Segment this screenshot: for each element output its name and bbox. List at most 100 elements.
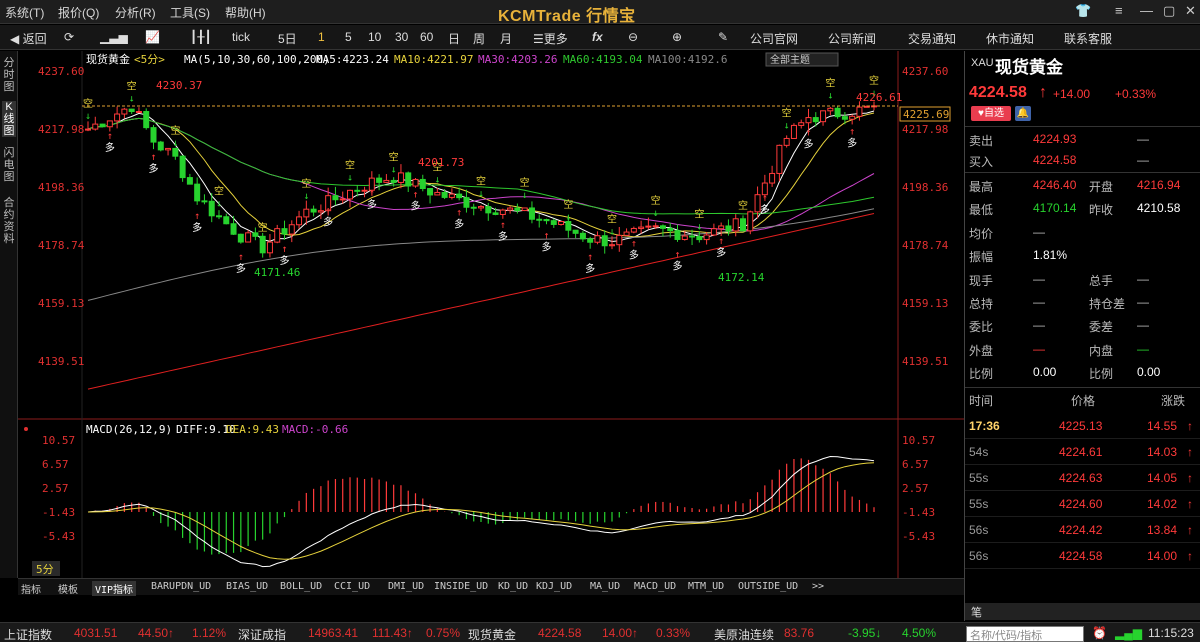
- more-button[interactable]: ☰更多: [533, 30, 568, 47]
- link-company-site[interactable]: 公司官网: [750, 30, 798, 47]
- indicator-tab[interactable]: BIAS_UD: [226, 581, 268, 592]
- indicator-tab[interactable]: MTM_UD: [688, 581, 724, 592]
- price-tick-left: 4178.74: [38, 239, 85, 252]
- period-week[interactable]: 周: [473, 30, 485, 47]
- high-annotation: 4230.37: [156, 79, 202, 92]
- tick-row: 56s 4224.42 13.84 ↑: [965, 517, 1200, 543]
- indicator-tab[interactable]: KD_UD: [498, 581, 528, 592]
- link-market-closed[interactable]: 休市通知: [986, 30, 1034, 47]
- period-5m[interactable]: 5: [345, 30, 352, 44]
- indicator-tab[interactable]: INSIDE_UD: [434, 581, 488, 592]
- minimize-icon[interactable]: —: [1140, 3, 1153, 18]
- search-input[interactable]: 名称/代码/指标: [966, 626, 1084, 642]
- tick-price: 4225.13: [1059, 419, 1103, 433]
- stat-row: 最低 4170.14 昨收 4210.58: [965, 198, 1200, 220]
- indicator-tab[interactable]: BOLL_UD: [280, 581, 322, 592]
- period-badge-label: 5分: [36, 563, 54, 576]
- tick-price: 4224.42: [1059, 523, 1103, 537]
- chart-line-icon[interactable]: 📈: [145, 30, 160, 44]
- short-signal: 空: [127, 80, 137, 93]
- bell-icon[interactable]: 🔔: [1015, 106, 1031, 121]
- ma100-value: MA100:4192.6: [648, 53, 727, 66]
- zoom-out-icon[interactable]: ⊖: [628, 30, 638, 44]
- stat-label: 比例: [969, 367, 994, 382]
- long-signal: 多: [498, 230, 508, 243]
- ticks-footer-label[interactable]: 笔: [971, 604, 982, 620]
- quote-panel: XAU 现货黄金 4224.58 ↑ +14.00 +0.33% ♥自选 🔔 卖…: [964, 51, 1200, 621]
- period-day[interactable]: 日: [448, 30, 460, 47]
- short-signal: 空: [869, 74, 879, 87]
- tick-button[interactable]: tick: [232, 30, 250, 44]
- shirt-icon[interactable]: 👕: [1075, 3, 1091, 19]
- indicator-tab[interactable]: BARUPDN_UD: [151, 581, 211, 592]
- pen-icon[interactable]: ✎: [718, 30, 728, 44]
- period-10m[interactable]: 10: [368, 30, 381, 44]
- price-tick-left: 4198.36: [38, 181, 84, 194]
- alarm-icon[interactable]: ⏰: [1092, 626, 1107, 640]
- indicator-tab[interactable]: KDJ_UD: [536, 581, 572, 592]
- maximize-icon[interactable]: ▢: [1163, 3, 1175, 19]
- tab-lightning[interactable]: 闪电图: [2, 147, 16, 183]
- back-button[interactable]: ◀ 返回: [10, 30, 47, 47]
- sell-price: 4224.93: [1033, 132, 1077, 146]
- link-support[interactable]: 联系客服: [1064, 30, 1112, 47]
- stat-value: —: [1137, 341, 1149, 356]
- link-trade-notice[interactable]: 交易通知: [908, 30, 956, 47]
- tab-kline[interactable]: K线图: [2, 101, 16, 137]
- menu-system[interactable]: 系统(T): [5, 4, 44, 21]
- formula-icon[interactable]: fx: [592, 30, 603, 44]
- zoom-in-icon[interactable]: ⊕: [672, 30, 682, 44]
- tab-contract-info[interactable]: 合约资料: [2, 197, 16, 245]
- period-30m[interactable]: 30: [395, 30, 408, 44]
- down-arrow-icon: ↓: [827, 90, 833, 101]
- period-month[interactable]: 月: [500, 30, 512, 47]
- tick-price: 4224.60: [1059, 497, 1103, 511]
- candle: [179, 155, 186, 182]
- indicator-tab[interactable]: 指标: [21, 581, 41, 596]
- menu-tools[interactable]: 工具(S): [170, 4, 210, 21]
- down-arrow-icon: ↓: [522, 190, 528, 201]
- period-5d[interactable]: 5日: [278, 30, 297, 47]
- candle-icon[interactable]: ┃╂┃: [190, 30, 212, 44]
- menu-quote[interactable]: 报价(Q): [58, 4, 99, 21]
- indicator-tab[interactable]: MACD_UD: [634, 581, 676, 592]
- menu-help[interactable]: 帮助(H): [225, 4, 266, 21]
- ticks-header-time: 时间: [969, 394, 994, 408]
- more-label: 更多: [543, 32, 568, 46]
- kline-chart[interactable]: 现货黄金 <5分> MA(5,10,30,60,100,200) MA5:422…: [18, 51, 964, 578]
- period-1m[interactable]: 1: [318, 30, 325, 44]
- tick-change: 14.00: [1147, 549, 1178, 563]
- close-icon[interactable]: ✕: [1185, 3, 1196, 19]
- short-signal: 空: [694, 208, 704, 221]
- add-favorite-button[interactable]: ♥自选: [971, 106, 1011, 121]
- ticks-footer: 笔: [965, 603, 1200, 620]
- stat-row: 比例 0.00 比例 0.00: [965, 362, 1200, 384]
- volume-icon[interactable]: ▁▃▅: [100, 30, 128, 44]
- indicator-tab[interactable]: DMI_UD: [388, 581, 424, 592]
- indicator-tab[interactable]: 模板: [58, 581, 78, 596]
- indicator-tab[interactable]: OUTSIDE_UD: [738, 581, 798, 592]
- tab-timeshare[interactable]: 分时图: [2, 57, 16, 93]
- up-arrow-icon: ↑: [762, 193, 768, 204]
- tick-time: 17:36: [969, 419, 1000, 433]
- indicator-tab[interactable]: CCI_UD: [334, 581, 370, 592]
- stat-row: 振幅 1.81%: [965, 245, 1200, 267]
- status-v: 4031.51: [74, 626, 118, 640]
- indicator-tab[interactable]: VIP指标: [92, 581, 137, 596]
- indicator-tab[interactable]: >>: [812, 581, 824, 592]
- brand-logo: KCMTrade 行情宝: [498, 8, 636, 25]
- stat-label: 外盘: [969, 343, 994, 358]
- menu-analysis[interactable]: 分析(R): [115, 4, 156, 21]
- long-signal: 多: [585, 262, 595, 275]
- indicator-tab[interactable]: MA_UD: [590, 581, 620, 592]
- symbol-code: XAU: [971, 57, 994, 69]
- refresh-icon[interactable]: ⟳: [64, 30, 74, 44]
- menu-icon[interactable]: ≡: [1115, 3, 1123, 18]
- clock-time: 11:15:23: [1148, 626, 1194, 640]
- link-company-news[interactable]: 公司新闻: [828, 30, 876, 47]
- stat-value: —: [1033, 341, 1045, 356]
- period-60m[interactable]: 60: [420, 30, 433, 44]
- price-tick-right: 4178.74: [902, 239, 949, 252]
- down-arrow-icon: ↓: [609, 227, 615, 238]
- down-arrow-icon: ↓: [216, 199, 222, 210]
